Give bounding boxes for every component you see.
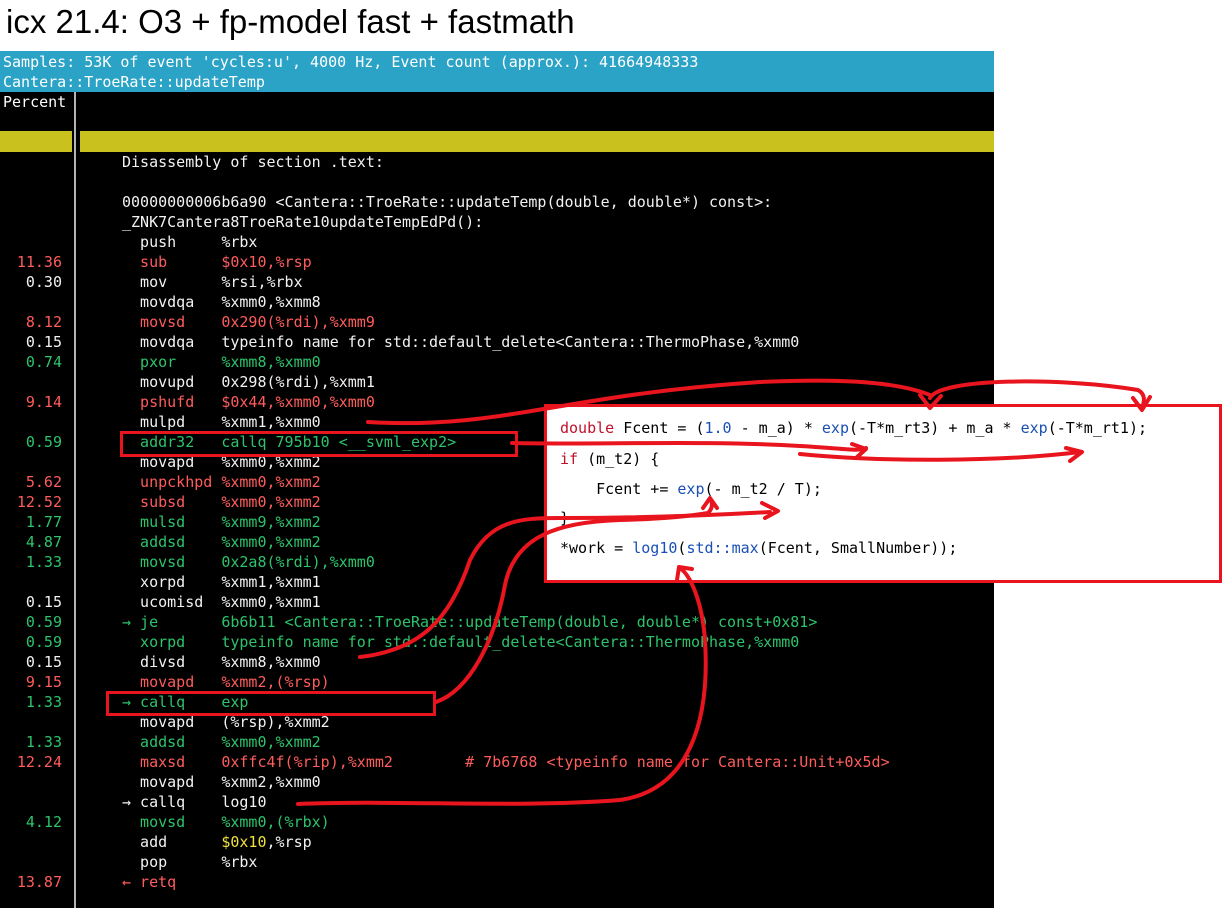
asm-row: 13.87 ← retq	[0, 872, 994, 892]
asm-row-code: Disassembly of section .text:	[122, 153, 384, 171]
percent-column-label: Percent	[3, 93, 67, 111]
asm-row: 0.59 xorpd typeinfo name for std::defaul…	[0, 632, 994, 652]
asm-row: pop %rbx	[0, 852, 994, 872]
asm-row-percent: 13.87	[16, 873, 62, 891]
asm-row-code: ucomisd %xmm0,%xmm1	[122, 593, 321, 611]
asm-row-percent: 4.12	[25, 813, 62, 831]
asm-row-percent: 9.14	[25, 393, 62, 411]
asm-row: add $0x10,%rsp	[0, 832, 994, 852]
asm-row-percent: 1.77	[25, 513, 62, 531]
asm-row: 00000000006b6a90 <Cantera::TroeRate::upd…	[0, 192, 994, 212]
asm-row-percent: 0.59	[25, 633, 62, 651]
asm-row: Disassembly of section .text:	[0, 152, 994, 172]
source-line-fcent-add: Fcent += exp(- m_t2 / T);	[560, 479, 822, 499]
asm-row: 11.36 sub $0x10,%rsp	[0, 252, 994, 272]
source-line-if: if (m_t2) {	[560, 449, 659, 469]
asm-row-code: mulsd %xmm9,%xmm2	[122, 513, 321, 531]
asm-row-code: movdqa %xmm0,%xmm8	[122, 293, 321, 311]
asm-row-percent: 9.15	[25, 673, 62, 691]
asm-row-percent: 0.15	[25, 593, 62, 611]
asm-row-percent: 5.62	[25, 473, 62, 491]
asm-row-code: mov %rsi,%rbx	[122, 273, 303, 291]
svml-exp2-highlight	[120, 431, 518, 457]
asm-row: 1.33 addsd %xmm0,%xmm2	[0, 732, 994, 752]
asm-row: push %rbx	[0, 232, 994, 252]
asm-row-percent: 12.24	[16, 753, 62, 771]
asm-row-code: maxsd 0xffc4f(%rip),%xmm2 # 7b6768 <type…	[122, 753, 890, 771]
asm-row-code: addsd %xmm0,%xmm2	[122, 733, 321, 751]
asm-row-code: → callq log10	[122, 793, 267, 811]
asm-row: 12.24 maxsd 0xffc4f(%rip),%xmm2 # 7b6768…	[0, 752, 994, 772]
source-line-log10-text: *work = log10(std::max(Fcent, SmallNumbe…	[560, 539, 958, 557]
asm-row: 0.74 pxor %xmm8,%xmm0	[0, 352, 994, 372]
symbol-name: Cantera::TroeRate::updateTemp	[3, 73, 265, 91]
asm-row-percent: 8.12	[25, 313, 62, 331]
asm-row-code: mulpd %xmm1,%xmm0	[122, 413, 321, 431]
asm-row-code: movsd 0x290(%rdi),%xmm9	[122, 313, 375, 331]
source-line-log10: *work = log10(std::max(Fcent, SmallNumbe…	[560, 538, 957, 558]
asm-row-percent: 12.52	[16, 493, 62, 511]
perf-header-bar: Samples: 53K of event 'cycles:u', 4000 H…	[0, 51, 994, 92]
asm-row: 0.59 → je 6b6b11 <Cantera::TroeRate::upda…	[0, 612, 994, 632]
asm-row: movupd 0x298(%rdi),%xmm1	[0, 372, 994, 392]
asm-row-code: divsd %xmm8,%xmm0	[122, 653, 321, 671]
asm-row-code: movupd 0x298(%rdi),%xmm1	[122, 373, 375, 391]
asm-row-percent: 4.87	[25, 533, 62, 551]
asm-row-code: ← retq	[122, 873, 177, 891]
asm-row-percent: 0.59	[25, 433, 62, 451]
asm-row: movapd %xmm2,%xmm0	[0, 772, 994, 792]
asm-row: 8.12 movsd 0x290(%rdi),%xmm9	[0, 312, 994, 332]
source-line-fcent: double Fcent = (1.0 - m_a) * exp(-T*m_rt…	[560, 418, 1147, 438]
source-line-fcent-text: double Fcent = (1.0 - m_a) * exp(-T*m_rt…	[560, 419, 1148, 437]
asm-row: _ZNK7Cantera8TroeRate10updateTempEdPd():	[0, 212, 994, 232]
asm-row-code: unpckhpd %xmm0,%xmm2	[122, 473, 321, 491]
asm-row-code: movapd %xmm2,(%rsp)	[122, 673, 330, 691]
samples-line: Samples: 53K of event 'cycles:u', 4000 H…	[3, 53, 699, 71]
asm-row: movdqa %xmm0,%xmm8	[0, 292, 994, 312]
asm-row-percent: 0.30	[25, 273, 62, 291]
asm-row: 9.15 movapd %xmm2,(%rsp)	[0, 672, 994, 692]
asm-row: 0.30 mov %rsi,%rbx	[0, 272, 994, 292]
slide-caption: icx 21.4: O3 + fp-model fast + fastmath	[6, 3, 575, 40]
asm-row-percent: 0.15	[25, 333, 62, 351]
source-line-brace: }	[560, 508, 569, 528]
asm-row	[0, 172, 994, 192]
asm-row-code: add $0x10,%rsp	[122, 833, 312, 851]
cursor-bar-right	[80, 131, 994, 152]
asm-row-code: xorpd typeinfo name for std::default_del…	[122, 633, 800, 651]
asm-row-code: movdqa typeinfo name for std::default_de…	[122, 333, 800, 351]
cursor-bar-left	[0, 131, 72, 152]
asm-row-code: addsd %xmm0,%xmm2	[122, 533, 321, 551]
asm-row-code: sub $0x10,%rsp	[122, 253, 312, 271]
asm-row-percent: 1.33	[25, 553, 62, 571]
asm-row: 0.15 divsd %xmm8,%xmm0	[0, 652, 994, 672]
source-line-brace-text: }	[560, 509, 570, 527]
callq-exp-highlight	[106, 691, 436, 716]
asm-row-percent: 1.33	[25, 693, 62, 711]
asm-row-code: movsd 0x2a8(%rdi),%xmm0	[122, 553, 375, 571]
asm-row: 0.15 ucomisd %xmm0,%xmm1	[0, 592, 994, 612]
source-code-box: double Fcent = (1.0 - m_a) * exp(-T*m_rt…	[544, 404, 1222, 583]
asm-row: → callq log10	[0, 792, 994, 812]
asm-row-code: _ZNK7Cantera8TroeRate10updateTempEdPd():	[122, 213, 484, 231]
asm-row-code: → je 6b6b11 <Cantera::TroeRate::updateTe…	[122, 613, 818, 631]
asm-row-code: pop %rbx	[122, 853, 258, 871]
source-line-if-text: if (m_t2) {	[560, 450, 660, 468]
asm-row: 4.12 movsd %xmm0,(%rbx)	[0, 812, 994, 832]
asm-row-percent: 0.59	[25, 613, 62, 631]
asm-row-percent: 11.36	[16, 253, 62, 271]
asm-row-percent: 1.33	[25, 733, 62, 751]
asm-row-code: subsd %xmm0,%xmm2	[122, 493, 321, 511]
asm-row-code: xorpd %xmm1,%xmm1	[122, 573, 321, 591]
asm-row-code: push %rbx	[122, 233, 258, 251]
asm-row-code: pxor %xmm8,%xmm0	[122, 353, 321, 371]
asm-row-code: movapd %xmm2,%xmm0	[122, 773, 321, 791]
asm-row-percent: 0.74	[25, 353, 62, 371]
asm-row-percent: 0.15	[25, 653, 62, 671]
asm-row-code: 00000000006b6a90 <Cantera::TroeRate::upd…	[122, 193, 773, 211]
asm-row-code: movsd %xmm0,(%rbx)	[122, 813, 330, 831]
source-line-fcent-add-text: Fcent += exp(- m_t2 / T);	[560, 480, 822, 498]
asm-row-code: pshufd $0x44,%xmm0,%xmm0	[122, 393, 375, 411]
asm-row: 0.15 movdqa typeinfo name for std::defau…	[0, 332, 994, 352]
